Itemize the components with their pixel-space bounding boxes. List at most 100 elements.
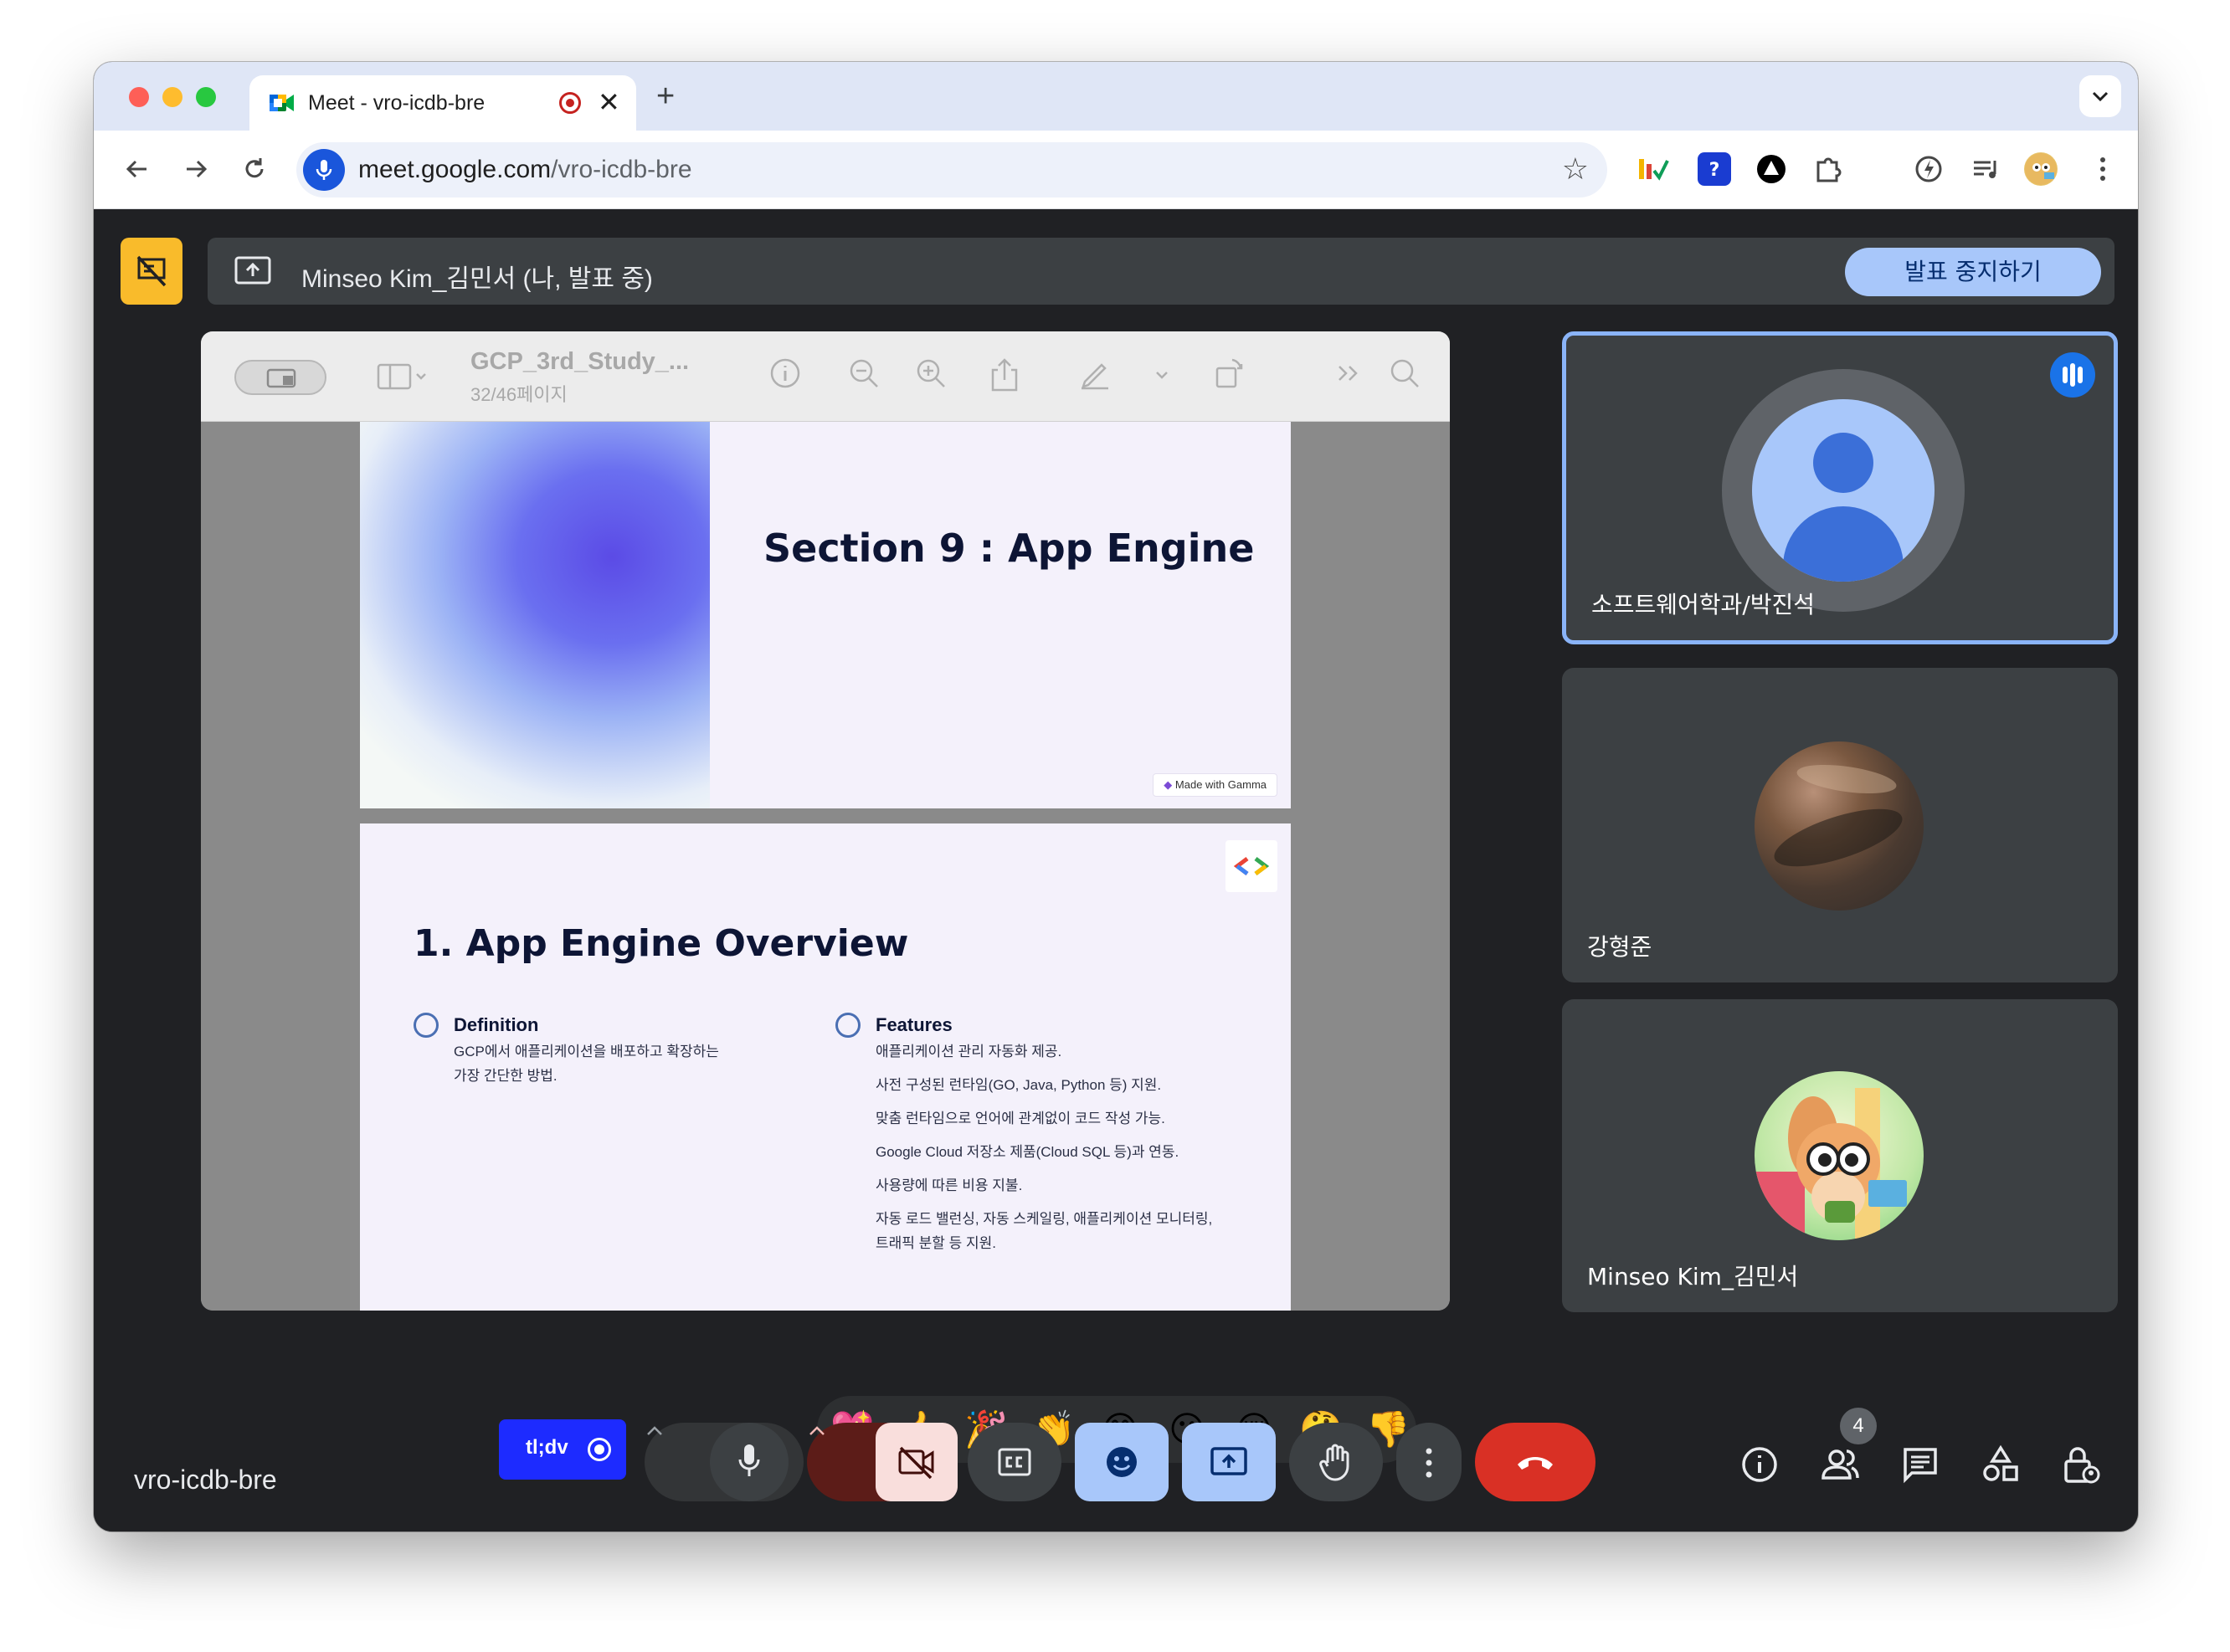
google-meet-icon	[270, 95, 294, 111]
microphone-button[interactable]	[710, 1423, 789, 1501]
browser-tab-meet[interactable]: Meet - vro-icdb-bre ✕	[249, 75, 636, 131]
audio-level-icon	[2050, 352, 2095, 398]
record-icon	[588, 1438, 611, 1461]
mic-options-chevron-icon[interactable]	[645, 1423, 665, 1439]
slide-gradient-art	[360, 422, 710, 808]
captions-button[interactable]	[968, 1423, 1061, 1501]
host-controls-lock-icon[interactable]	[2061, 1444, 2101, 1485]
microphone-in-use-icon[interactable]	[303, 149, 345, 191]
microphone-icon	[738, 1444, 760, 1476]
camera-off-icon	[898, 1446, 934, 1480]
feature-line: Google Cloud 저장소 제품(Cloud SQL 등)과 연동.	[876, 1144, 1179, 1160]
camera-off-button[interactable]	[876, 1423, 958, 1501]
tab-search-button[interactable]	[2079, 75, 2121, 117]
url-host: meet.google.com	[358, 156, 552, 183]
meeting-details-icon[interactable]	[1739, 1444, 1780, 1485]
chevron-down-icon	[2092, 91, 2109, 102]
presenting-text: Minseo Kim_김민서 (나, 발표 중)	[301, 265, 653, 293]
forward-button[interactable]	[177, 151, 214, 187]
share-icon	[991, 358, 1018, 392]
raise-hand-button[interactable]	[1289, 1423, 1383, 1501]
participant-tile-speaking[interactable]: 소프트웨어학과/박진석	[1562, 331, 2118, 644]
participant-tile-self[interactable]: Minseo Kim_김민서	[1562, 999, 2118, 1312]
profile-avatar-icon[interactable]	[2024, 152, 2058, 186]
participant-tile[interactable]: 강형준	[1562, 668, 2118, 982]
microphone-control-group	[645, 1423, 804, 1501]
activities-icon[interactable]	[1981, 1444, 2021, 1485]
gamma-badge-text: Made with Gamma	[1174, 778, 1267, 791]
more-options-button[interactable]	[1396, 1423, 1462, 1501]
svg-text:?: ?	[1709, 160, 1720, 181]
definition-circle-icon	[414, 1013, 439, 1038]
extension-triangle-icon[interactable]	[1755, 152, 1788, 186]
extension-colorful-icon[interactable]	[1636, 152, 1669, 186]
reload-icon	[245, 158, 264, 178]
features-circle-icon	[835, 1013, 861, 1038]
page-indicator: 32/46페이지	[470, 384, 568, 405]
media-controls-icon[interactable]	[1969, 152, 2002, 186]
feature-line: 사용량에 따른 비용 지불.	[876, 1177, 1023, 1193]
url-path: /vro-icdb-bre	[551, 156, 692, 183]
hang-up-icon	[1518, 1457, 1553, 1470]
new-tab-button[interactable]: +	[656, 80, 675, 112]
emoji-reactions-button[interactable]	[1075, 1423, 1169, 1501]
feature-line: 자동 로드 밸런싱, 자동 스케일링, 애플리케이션 모니터링,	[876, 1211, 1213, 1227]
camera-options-chevron-icon[interactable]	[807, 1423, 827, 1439]
slide1-title: Section 9 : App Engine	[763, 526, 1255, 571]
features-list: 애플리케이션 관리 자동화 제공. 사전 구성된 런타임(GO, Java, P…	[876, 1039, 1212, 1255]
feature-line: 트래픽 분할 등 지원.	[876, 1235, 997, 1251]
gamma-logo-icon: ◆	[1164, 778, 1175, 791]
browser-window: Meet - vro-icdb-bre ✕ + meet.google.com/…	[94, 62, 2138, 1531]
raise-hand-icon	[1319, 1444, 1349, 1481]
display-icon	[266, 368, 296, 388]
bookmark-star-icon[interactable]: ☆	[1562, 151, 1589, 187]
minimize-window-button[interactable]	[162, 87, 182, 107]
recording-icon	[559, 92, 581, 114]
browser-toolbar: meet.google.com/vro-icdb-bre ☆ ?	[94, 131, 2138, 209]
tldv-label: tl;dv	[526, 1436, 568, 1459]
present-now-button[interactable]	[1182, 1423, 1276, 1501]
close-tab-icon[interactable]: ✕	[598, 87, 620, 117]
address-bar[interactable]: meet.google.com/vro-icdb-bre ☆	[296, 142, 1607, 198]
close-window-button[interactable]	[129, 87, 149, 107]
feature-line: 사전 구성된 런타임(GO, Java, Python 등) 지원.	[876, 1077, 1162, 1093]
people-count-badge: 4	[1840, 1408, 1877, 1444]
more-vert-icon	[1426, 1448, 1432, 1478]
browser-menu-icon[interactable]	[2086, 152, 2120, 186]
camera-control-group	[807, 1423, 958, 1501]
closed-captions-icon	[998, 1448, 1031, 1476]
leave-call-button[interactable]	[1475, 1423, 1595, 1501]
more-tools-icon	[1339, 366, 1358, 381]
pdf-viewer-toolbar: GCP_3rd_Study_... 32/46페이지	[201, 331, 1450, 422]
reload-button[interactable]	[236, 151, 273, 187]
zoom-window-button[interactable]	[196, 87, 216, 107]
participant-avatar	[1755, 741, 1924, 911]
present-screen-icon	[1210, 1447, 1247, 1475]
chat-icon[interactable]	[1900, 1444, 1940, 1485]
extensions-puzzle-icon[interactable]	[1811, 152, 1845, 186]
definition-line: GCP에서 애플리케이션을 배포하고 확장하는	[454, 1044, 719, 1059]
slide-section-9: Section 9 : App Engine ◆ Made with Gamma	[360, 422, 1291, 808]
arrow-right-icon	[187, 160, 208, 178]
people-icon[interactable]	[1820, 1444, 1860, 1485]
zoom-in-icon	[917, 359, 945, 387]
feature-line: 애플리케이션 관리 자동화 제공.	[876, 1044, 1062, 1059]
participant-avatar	[1755, 1071, 1924, 1240]
slide2-title: 1. App Engine Overview	[414, 922, 909, 965]
extension-blue-icon[interactable]: ?	[1698, 152, 1731, 186]
definition-heading: Definition	[454, 1014, 539, 1035]
presenting-banner: Minseo Kim_김민서 (나, 발표 중) 발표 중지하기	[208, 238, 2114, 305]
performance-icon[interactable]	[1912, 152, 1945, 186]
arrow-left-icon	[126, 160, 146, 178]
screen-share-warning-button[interactable]	[121, 238, 182, 305]
rotate-icon	[1215, 358, 1243, 388]
back-button[interactable]	[119, 151, 156, 187]
tab-title: Meet - vro-icdb-bre	[308, 91, 486, 115]
default-avatar-icon	[1752, 399, 1935, 582]
tldv-recorder-button[interactable]: tl;dv	[499, 1419, 626, 1480]
code-brackets-icon	[1225, 840, 1277, 892]
stop-presenting-button[interactable]: 발표 중지하기	[1845, 248, 2101, 296]
emoji-smile-icon	[1107, 1447, 1137, 1477]
markup-pen-icon	[1082, 363, 1108, 390]
sidebar-toggle-pill	[234, 360, 326, 395]
